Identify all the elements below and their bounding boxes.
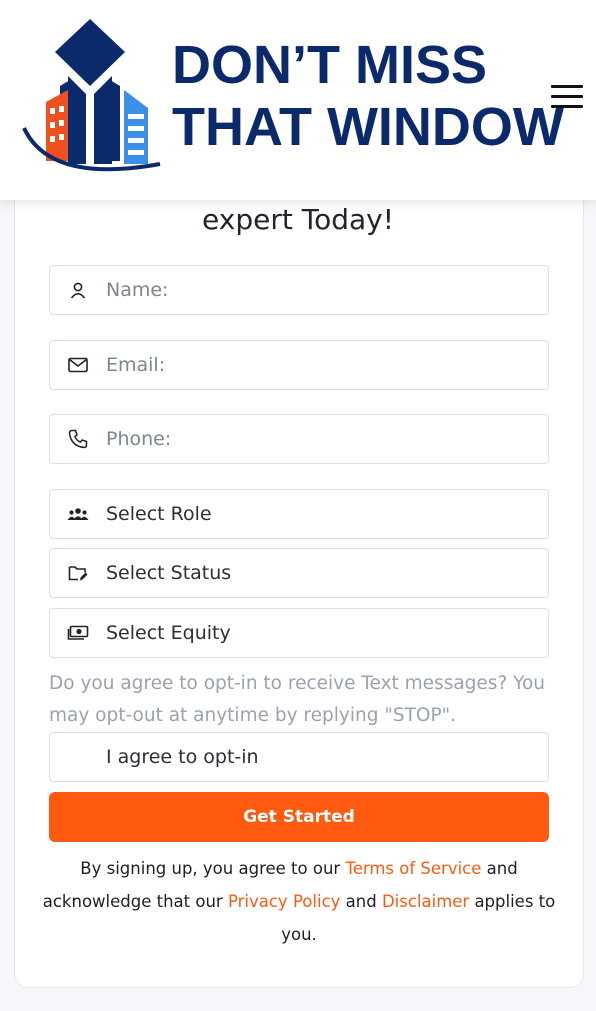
legal-notice: By signing up, you agree to our Terms of… xyxy=(40,852,558,951)
equity-select-value: Select Equity xyxy=(106,622,231,644)
email-input[interactable] xyxy=(106,354,526,376)
role-select-value: Select Role xyxy=(106,503,212,525)
folder-edit-icon xyxy=(50,564,106,582)
email-field[interactable] xyxy=(49,340,549,390)
legal-and: and xyxy=(340,892,382,911)
user-icon xyxy=(50,281,106,299)
name-input[interactable] xyxy=(106,279,526,301)
role-select[interactable]: Select Role xyxy=(49,489,549,539)
privacy-policy-link[interactable]: Privacy Policy xyxy=(228,892,340,911)
logo-wordmark[interactable]: DON’T MISS THAT WINDOW xyxy=(172,34,564,158)
form-title: expert Today! xyxy=(202,203,394,236)
name-field[interactable] xyxy=(49,265,549,315)
status-select[interactable]: Select Status xyxy=(49,548,549,598)
equity-select[interactable]: Select Equity xyxy=(49,608,549,658)
phone-input[interactable] xyxy=(106,428,526,450)
status-select-value: Select Status xyxy=(106,562,232,584)
hamburger-icon[interactable] xyxy=(551,85,583,109)
money-icon xyxy=(50,625,106,641)
logo-line-1: DON’T MISS xyxy=(172,35,488,95)
envelope-icon xyxy=(50,357,106,373)
get-started-button[interactable]: Get Started xyxy=(49,792,549,842)
disclaimer-link[interactable]: Disclaimer xyxy=(382,892,469,911)
terms-of-service-link[interactable]: Terms of Service xyxy=(345,859,481,878)
logo-mark-icon[interactable] xyxy=(20,16,165,181)
optin-question: Do you agree to opt-in to receive Text m… xyxy=(49,673,546,726)
legal-prefix: By signing up, you agree to our xyxy=(80,859,346,878)
phone-icon xyxy=(50,429,106,449)
phone-field[interactable] xyxy=(49,414,549,464)
site-header: DON’T MISS THAT WINDOW xyxy=(0,0,596,200)
logo-line-2: THAT WINDOW xyxy=(172,97,564,157)
optin-select[interactable]: I agree to opt-in xyxy=(49,732,549,782)
optin-select-value: I agree to opt-in xyxy=(106,746,259,768)
users-group-icon xyxy=(50,507,106,521)
